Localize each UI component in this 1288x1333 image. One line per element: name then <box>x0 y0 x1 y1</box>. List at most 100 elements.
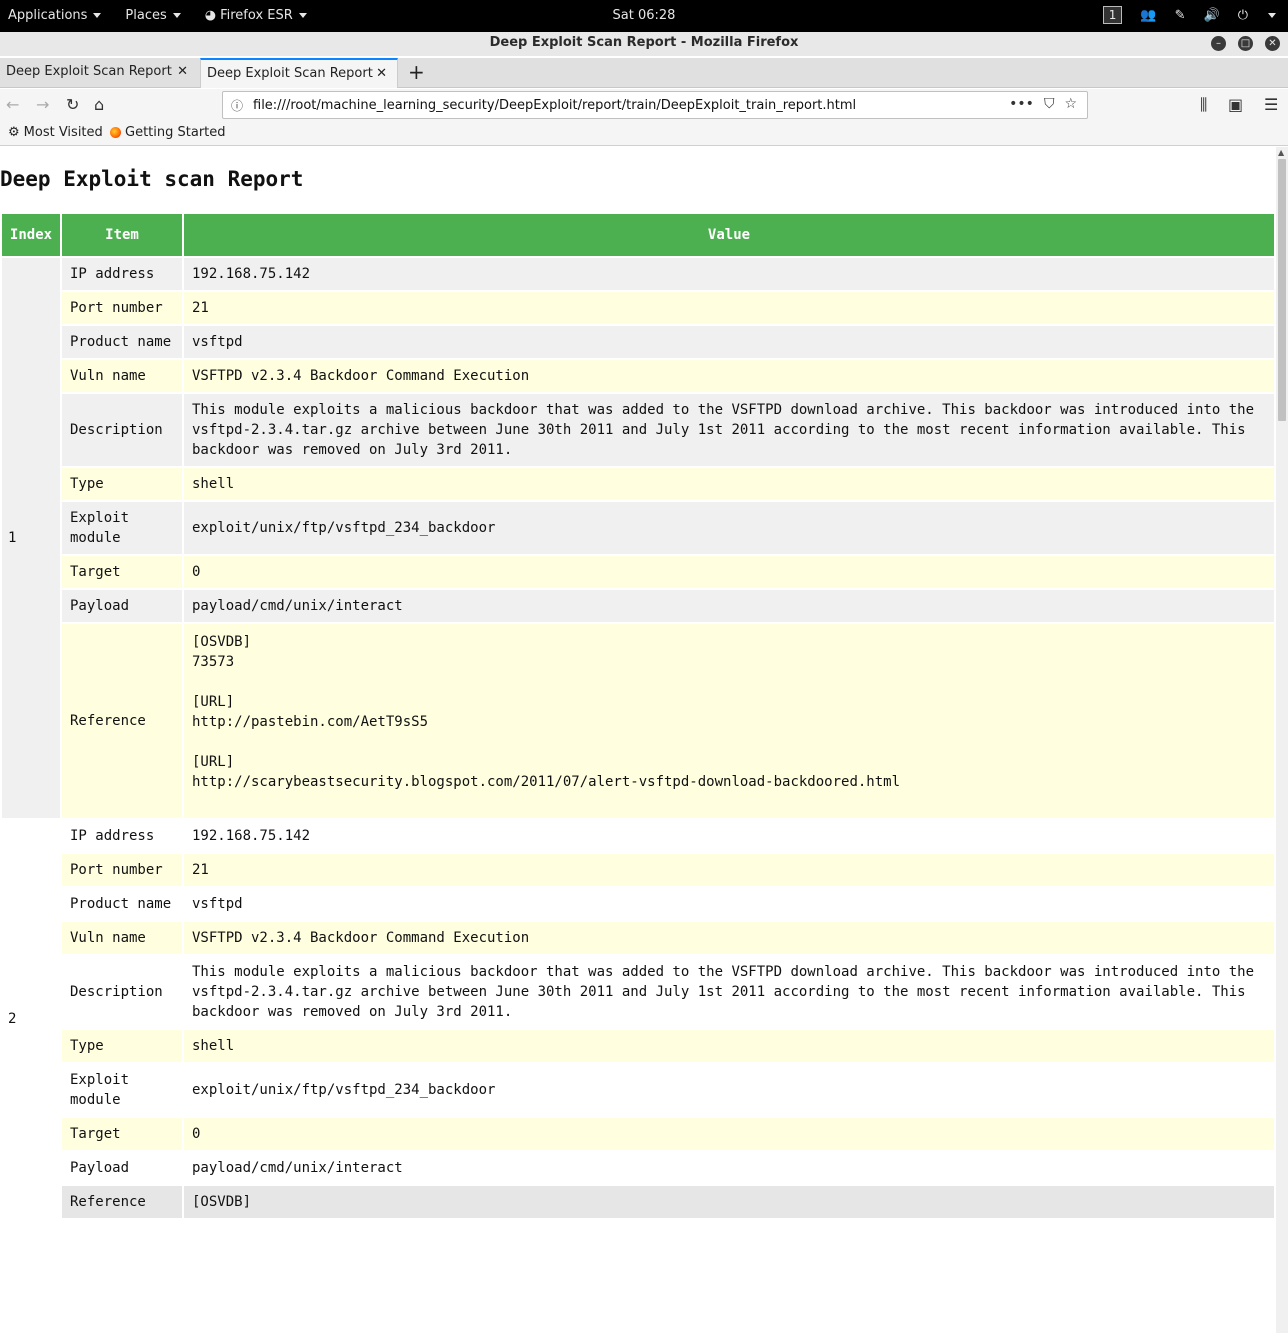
item-label: Product name <box>62 326 182 358</box>
tab-1[interactable]: Deep Exploit Scan Report ✕ <box>0 58 198 88</box>
maximize-icon[interactable]: □ <box>1238 36 1253 51</box>
table-row: Type shell <box>2 1030 1274 1062</box>
table-row: Payload payload/cmd/unix/interact <box>2 1152 1274 1184</box>
gear-icon: ⚙ <box>8 125 20 140</box>
minimize-icon[interactable]: – <box>1211 36 1226 51</box>
ref-url-tag: [URL] <box>192 754 235 770</box>
system-top-bar: Applications Places ◕ Firefox ESR Sat 06:… <box>0 0 1288 32</box>
table-row: Exploit module exploit/unix/ftp/vsftpd_2… <box>2 502 1274 554</box>
url-text[interactable]: file:///root/machine_learning_security/D… <box>253 98 856 113</box>
type-value: shell <box>184 1030 1274 1062</box>
bookmarks-toolbar: ⚙ Most Visited Getting Started <box>0 121 1288 146</box>
tab-bar: Deep Exploit Scan Report ✕ Deep Exploit … <box>0 58 1288 88</box>
item-label: Exploit module <box>62 502 182 554</box>
vuln-value: VSFTPD v2.3.4 Backdoor Command Execution <box>184 922 1274 954</box>
scroll-up-icon[interactable]: ▲ <box>1278 148 1284 157</box>
close-tab-icon[interactable]: ✕ <box>177 64 188 79</box>
module-value: exploit/unix/ftp/vsftpd_234_backdoor <box>184 1064 1274 1116</box>
description-value: This module exploits a malicious backdoo… <box>184 394 1274 466</box>
tab-2-active[interactable]: Deep Exploit Scan Report ✕ <box>200 58 398 88</box>
type-value: shell <box>184 468 1274 500</box>
table-row: Target 0 <box>2 556 1274 588</box>
workspace-indicator[interactable]: 1 <box>1102 6 1123 24</box>
item-label: Payload <box>62 590 182 622</box>
page-actions-icon[interactable]: ••• <box>1009 96 1034 112</box>
ref-url-link[interactable]: http://scarybeastsecurity.blogspot.com/2… <box>192 772 1266 792</box>
table-row: Vuln name VSFTPD v2.3.4 Backdoor Command… <box>2 922 1274 954</box>
ref-osvdb-tag: [OSVDB] <box>192 634 252 650</box>
product-value: vsftpd <box>184 888 1274 920</box>
url-bar[interactable]: ⓘ file:///root/machine_learning_security… <box>222 91 1088 119</box>
hamburger-menu-icon[interactable]: ☰ <box>1264 95 1278 114</box>
table-row: Payload payload/cmd/unix/interact <box>2 590 1274 622</box>
users-icon[interactable]: 👥 <box>1140 8 1156 23</box>
home-icon[interactable]: ⌂ <box>94 95 104 114</box>
vertical-scrollbar[interactable]: ▲ <box>1276 147 1288 1333</box>
bookmark-star-icon[interactable]: ☆ <box>1064 96 1077 112</box>
chevron-down-icon[interactable] <box>1268 12 1276 18</box>
ref-url-link[interactable]: http://pastebin.com/AetT9sS5 <box>192 712 1266 732</box>
reload-icon[interactable]: ↻ <box>66 95 79 114</box>
ref-url-tag: [URL] <box>192 694 235 710</box>
new-tab-button[interactable]: + <box>408 60 425 84</box>
item-label: Description <box>62 394 182 466</box>
power-icon[interactable]: ⏻ <box>1238 8 1248 23</box>
header-item: Item <box>62 214 182 256</box>
reference-value: [OSVDB] <box>184 1186 1274 1218</box>
clock[interactable]: Sat 06:28 <box>0 8 1288 23</box>
sidebar-icon[interactable]: ▣ <box>1228 95 1243 114</box>
table-row: Product name vsftpd <box>2 326 1274 358</box>
header-value: Value <box>184 214 1274 256</box>
volume-icon[interactable]: 🔊 <box>1204 8 1220 23</box>
pen-icon[interactable]: ✎ <box>1175 8 1186 23</box>
table-row: Port number 21 <box>2 854 1274 886</box>
header-index: Index <box>2 214 60 256</box>
description-value: This module exploits a malicious backdoo… <box>184 956 1274 1028</box>
item-label: Product name <box>62 888 182 920</box>
item-label: Type <box>62 1030 182 1062</box>
item-label: IP address <box>62 258 182 290</box>
info-icon[interactable]: ⓘ <box>231 97 243 114</box>
payload-value: payload/cmd/unix/interact <box>184 1152 1274 1184</box>
reference-value: [OSVDB] 73573 [URL] http://pastebin.com/… <box>184 624 1274 818</box>
item-label: Port number <box>62 292 182 324</box>
vuln-value: VSFTPD v2.3.4 Backdoor Command Execution <box>184 360 1274 392</box>
item-label: Description <box>62 956 182 1028</box>
item-label: Target <box>62 1118 182 1150</box>
report-table: Index Item Value 1 IP address 192.168.75… <box>0 212 1276 1220</box>
entry-index: 2 <box>2 820 60 1218</box>
table-row: Type shell <box>2 468 1274 500</box>
bookmark-most-visited[interactable]: ⚙ Most Visited <box>8 125 103 140</box>
report-entry: 1 IP address 192.168.75.142 Port number … <box>2 258 1274 818</box>
firefox-icon <box>110 127 121 138</box>
item-label: Port number <box>62 854 182 886</box>
item-label: Vuln name <box>62 922 182 954</box>
forward-icon[interactable]: → <box>36 95 49 114</box>
library-icon[interactable]: ⫼ <box>1200 95 1207 115</box>
item-label: Target <box>62 556 182 588</box>
item-label: Payload <box>62 1152 182 1184</box>
back-icon[interactable]: ← <box>6 95 19 114</box>
table-row: Product name vsftpd <box>2 888 1274 920</box>
close-icon[interactable]: ✕ <box>1265 36 1280 51</box>
product-value: vsftpd <box>184 326 1274 358</box>
port-value: 21 <box>184 854 1274 886</box>
item-label: IP address <box>62 820 182 852</box>
close-tab-icon[interactable]: ✕ <box>376 66 387 81</box>
report-entry: 2 IP address 192.168.75.142 Port number … <box>2 820 1274 1218</box>
window-title: Deep Exploit Scan Report - Mozilla Firef… <box>0 32 1288 56</box>
item-label: Exploit module <box>62 1064 182 1116</box>
table-row: Target 0 <box>2 1118 1274 1150</box>
page-content: Deep Exploit scan Report Index Item Valu… <box>0 147 1276 1333</box>
table-row: Reference [OSVDB] 73573 [URL] http://pas… <box>2 624 1274 818</box>
table-header-row: Index Item Value <box>2 214 1274 256</box>
port-value: 21 <box>184 292 1274 324</box>
table-row: Vuln name VSFTPD v2.3.4 Backdoor Command… <box>2 360 1274 392</box>
pocket-icon[interactable]: ⛉ <box>1044 96 1055 112</box>
table-row: Description This module exploits a malic… <box>2 394 1274 466</box>
ref-osvdb-tag: [OSVDB] <box>192 1194 252 1210</box>
scrollbar-thumb[interactable] <box>1278 159 1286 421</box>
module-value: exploit/unix/ftp/vsftpd_234_backdoor <box>184 502 1274 554</box>
bookmark-getting-started[interactable]: Getting Started <box>110 125 226 140</box>
tab-label: Deep Exploit Scan Report <box>6 64 172 79</box>
